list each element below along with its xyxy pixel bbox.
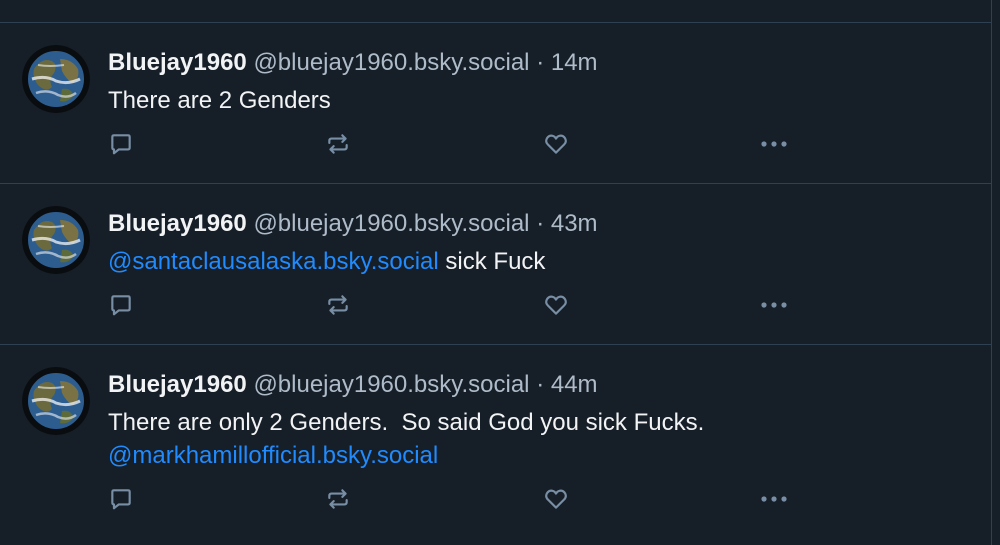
avatar[interactable] (22, 367, 90, 435)
like-button[interactable] (541, 484, 571, 514)
post-meta: Bluejay1960 @bluejay1960.bsky.social · 4… (108, 209, 598, 239)
more-icon (761, 496, 787, 502)
repost-button[interactable] (323, 290, 353, 320)
post-meta: Bluejay1960 @bluejay1960.bsky.social · 1… (108, 48, 598, 78)
display-name[interactable]: Bluejay1960 (108, 49, 247, 76)
mention-link[interactable]: @markhamillofficial.bsky.social (108, 439, 704, 472)
post-text: There are 2 Genders (108, 84, 331, 117)
time-separator: · (536, 371, 545, 398)
more-options-button[interactable] (759, 290, 789, 320)
reply-icon (111, 134, 131, 155)
reply-button[interactable] (106, 290, 136, 320)
avatar[interactable] (22, 45, 90, 113)
repost-button[interactable] (323, 129, 353, 159)
like-icon (545, 295, 567, 315)
like-icon (545, 489, 567, 509)
like-button[interactable] (541, 290, 571, 320)
action-bar (0, 290, 992, 320)
post-meta: Bluejay1960 @bluejay1960.bsky.social · 4… (108, 370, 598, 400)
mention-link[interactable]: @santaclausalaska.bsky.social (108, 248, 439, 275)
time-separator: · (536, 49, 545, 76)
post-time[interactable]: 43m (551, 210, 598, 237)
post-text: There are only 2 Genders. So said God yo… (108, 406, 704, 472)
like-icon (545, 134, 567, 154)
more-icon (761, 302, 787, 308)
more-icon (761, 141, 787, 147)
time-separator: · (536, 210, 545, 237)
more-options-button[interactable] (759, 484, 789, 514)
display-name[interactable]: Bluejay1960 (108, 210, 247, 237)
handle[interactable]: @bluejay1960.bsky.social (253, 371, 529, 398)
post-time[interactable]: 14m (551, 49, 598, 76)
display-name[interactable]: Bluejay1960 (108, 371, 247, 398)
avatar[interactable] (22, 206, 90, 274)
reply-button[interactable] (106, 129, 136, 159)
repost-icon (328, 134, 348, 154)
repost-icon (328, 489, 348, 509)
globe-avatar-icon (22, 367, 90, 435)
handle[interactable]: @bluejay1960.bsky.social (253, 210, 529, 237)
post-body: sick Fuck (438, 248, 546, 275)
post-time[interactable]: 44m (551, 371, 598, 398)
globe-avatar-icon (22, 45, 90, 113)
globe-avatar-icon (22, 206, 90, 274)
more-options-button[interactable] (759, 129, 789, 159)
post-text: @santaclausalaska.bsky.social sick Fuck (108, 245, 545, 278)
feed: Bluejay1960 @bluejay1960.bsky.social · 1… (0, 0, 992, 545)
post-body: There are only 2 Genders. So said God yo… (108, 409, 705, 436)
repost-button[interactable] (323, 484, 353, 514)
reply-icon (111, 489, 131, 510)
post-item[interactable]: Bluejay1960 @bluejay1960.bsky.social · 4… (0, 344, 992, 545)
reply-icon (111, 295, 131, 316)
post-body: There are 2 Genders (108, 87, 331, 114)
action-bar (0, 484, 992, 514)
post-item[interactable]: Bluejay1960 @bluejay1960.bsky.social · 4… (0, 183, 992, 344)
reply-button[interactable] (106, 484, 136, 514)
handle[interactable]: @bluejay1960.bsky.social (253, 49, 529, 76)
repost-icon (328, 295, 348, 315)
action-bar (0, 129, 992, 159)
like-button[interactable] (541, 129, 571, 159)
post-item[interactable]: Bluejay1960 @bluejay1960.bsky.social · 1… (0, 22, 992, 183)
